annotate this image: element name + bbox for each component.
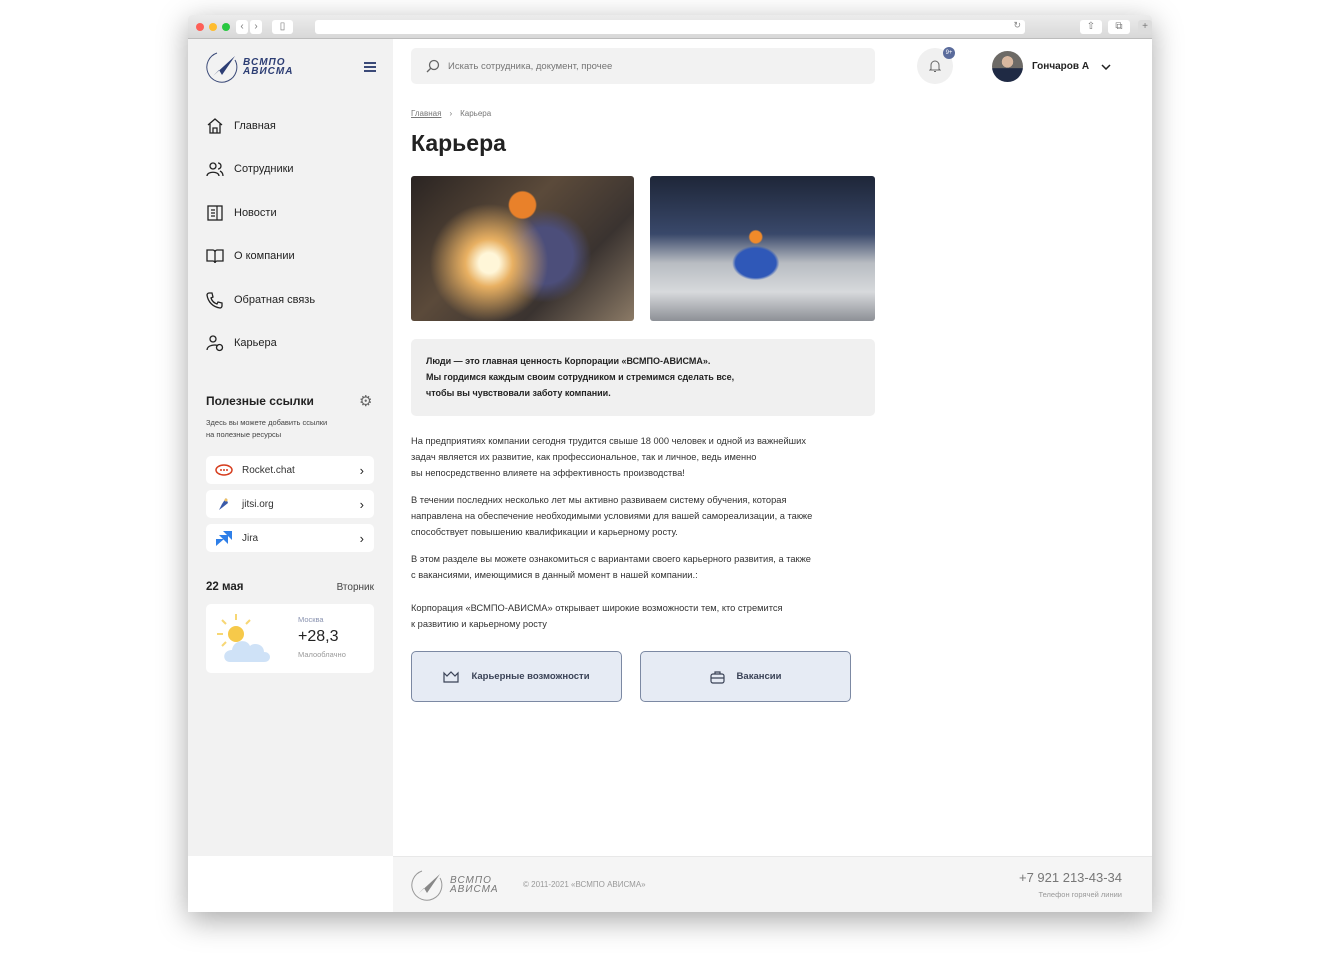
weather-description: Малооблачно	[298, 650, 346, 659]
logo-text: АВИСМА	[243, 66, 294, 77]
partly-cloudy-icon	[217, 614, 270, 662]
rocket-chat-icon	[206, 464, 242, 476]
paragraph: В этом разделе вы можете ознакомиться с …	[411, 554, 811, 580]
breadcrumb: Главная › Карьера	[411, 109, 491, 118]
quote-line: чтобы вы чувствовали заботу компании.	[426, 388, 611, 398]
sidebar-item-label: Карьера	[234, 337, 277, 349]
useful-links-description: на полезные ресурсы	[206, 430, 282, 439]
useful-links-description: Здесь вы можете добавить ссылки	[206, 418, 328, 427]
logo-icon	[411, 870, 443, 901]
link-label: jitsi.org	[242, 498, 274, 510]
logo[interactable]: ВСМПО АВИСМА	[205, 50, 293, 84]
maximize-window-button[interactable]	[222, 23, 230, 31]
chevron-right-icon: ›	[359, 462, 364, 478]
sidebar-item-news[interactable]: Новости	[206, 204, 277, 222]
menu-icon[interactable]	[364, 62, 376, 72]
search-icon	[426, 59, 440, 73]
logo-icon	[206, 52, 238, 83]
sidebar-item-label: О компании	[234, 250, 295, 262]
link-jira[interactable]: Jira ›	[206, 524, 374, 552]
notifications-button[interactable]: 9+	[917, 47, 955, 84]
page-title: Карьера	[411, 130, 506, 156]
bell-icon	[929, 60, 941, 72]
share-icon[interactable]: ⇧	[1080, 20, 1102, 34]
book-icon	[206, 249, 224, 264]
jitsi-icon	[206, 497, 242, 511]
link-jitsi[interactable]: jitsi.org ›	[206, 490, 374, 518]
sidebar-toggle-icon[interactable]: ▯	[272, 20, 293, 34]
weather-temperature: +28,3	[298, 628, 339, 645]
tabs-icon[interactable]: ⧉	[1108, 20, 1130, 34]
notification-badge: 9+	[943, 47, 955, 59]
career-photo-factory	[650, 176, 875, 321]
hotline-label: Телефон горячей линии	[1038, 890, 1122, 899]
sidebar-item-label: Обратная связь	[234, 294, 316, 306]
footer: ВСМПО АВИСМА © 2011-2021 «ВСМПО АВИСМА» +…	[393, 856, 1152, 912]
forward-button[interactable]: ›	[250, 20, 262, 34]
user-menu[interactable]: Гончаров А	[992, 51, 1111, 82]
home-icon	[207, 118, 223, 134]
weather-city: Москва	[298, 615, 324, 624]
breadcrumb-current: Карьера	[460, 109, 492, 118]
chevron-down-icon	[1101, 63, 1111, 70]
useful-links-title: Полезные ссылки	[206, 394, 314, 408]
settings-gear-icon[interactable]: ⚙	[359, 392, 372, 410]
copyright: © 2011-2021 «ВСМПО АВИСМА»	[523, 880, 646, 889]
paragraph: В течении последних несколько лет мы акт…	[411, 495, 813, 537]
users-icon	[206, 162, 224, 177]
news-icon	[207, 205, 223, 221]
sidebar-item-label: Главная	[234, 120, 276, 132]
browser-window: ‹ › ▯ ↻ ⇧ ⧉ + ВСМПО АВИСМА Главная Сотруд…	[188, 15, 1152, 912]
career-opportunities-button[interactable]: Карьерные возможности	[411, 651, 622, 702]
user-name: Гончаров А	[1032, 61, 1090, 72]
phone-icon	[206, 292, 223, 309]
search-input[interactable]	[448, 60, 848, 72]
sidebar: ВСМПО АВИСМА Главная Сотрудники Новости О…	[188, 39, 393, 856]
current-weekday: Вторник	[336, 582, 374, 593]
chevron-right-icon: ›	[359, 496, 364, 512]
hotline-phone[interactable]: +7 921 213-43-34	[1019, 870, 1122, 885]
sidebar-item-home[interactable]: Главная	[206, 117, 276, 135]
current-date: 22 мая	[206, 581, 244, 593]
sidebar-item-employees[interactable]: Сотрудники	[206, 160, 294, 178]
breadcrumb-separator-icon: ›	[449, 109, 453, 118]
quote-line: Люди — это главная ценность Корпорации «…	[426, 356, 711, 366]
sidebar-item-about[interactable]: О компании	[206, 247, 295, 265]
breadcrumb-home-link[interactable]: Главная	[411, 109, 441, 118]
address-bar[interactable]: ↻	[315, 20, 1025, 34]
paragraph: На предприятиях компании сегодня трудитс…	[411, 436, 806, 478]
reload-icon[interactable]: ↻	[1013, 20, 1021, 31]
search-bar[interactable]	[411, 48, 875, 84]
briefcase-icon	[709, 670, 725, 684]
sidebar-item-feedback[interactable]: Обратная связь	[206, 291, 315, 309]
sidebar-item-career[interactable]: Карьера	[206, 334, 277, 352]
paragraph: Корпорация «ВСМПО-АВИСМА» открывает широ…	[411, 603, 783, 629]
avatar	[992, 51, 1023, 82]
button-label: Вакансии	[736, 671, 782, 682]
weather-card: Москва +28,3 Малооблачно	[206, 604, 374, 673]
chevron-right-icon: ›	[359, 530, 364, 546]
logo-text: АВИСМА	[450, 884, 499, 895]
link-label: Jira	[242, 532, 259, 544]
vacancies-button[interactable]: Вакансии	[640, 651, 851, 702]
sidebar-item-label: Новости	[234, 207, 277, 219]
footer-logo: ВСМПО АВИСМА	[410, 868, 499, 902]
jira-icon	[206, 530, 242, 546]
link-label: Rocket.chat	[242, 464, 295, 476]
back-button[interactable]: ‹	[236, 20, 248, 34]
career-icon	[206, 335, 224, 352]
quote-line: Мы гордимся каждым своим сотрудником и с…	[426, 372, 735, 382]
link-rocket-chat[interactable]: Rocket.chat ›	[206, 456, 374, 484]
new-tab-button[interactable]: +	[1138, 20, 1152, 34]
close-window-button[interactable]	[196, 23, 204, 31]
button-label: Карьерные возможности	[471, 671, 590, 682]
main-content: 9+ Гончаров А Главная › Карьера Карьера …	[393, 39, 1152, 856]
quote-box: Люди — это главная ценность Корпорации «…	[411, 339, 875, 416]
browser-titlebar: ‹ › ▯ ↻ ⇧ ⧉ +	[188, 15, 1152, 39]
minimize-window-button[interactable]	[209, 23, 217, 31]
sidebar-item-label: Сотрудники	[234, 163, 294, 175]
crown-icon	[443, 670, 460, 683]
career-photo-welding	[411, 176, 634, 321]
